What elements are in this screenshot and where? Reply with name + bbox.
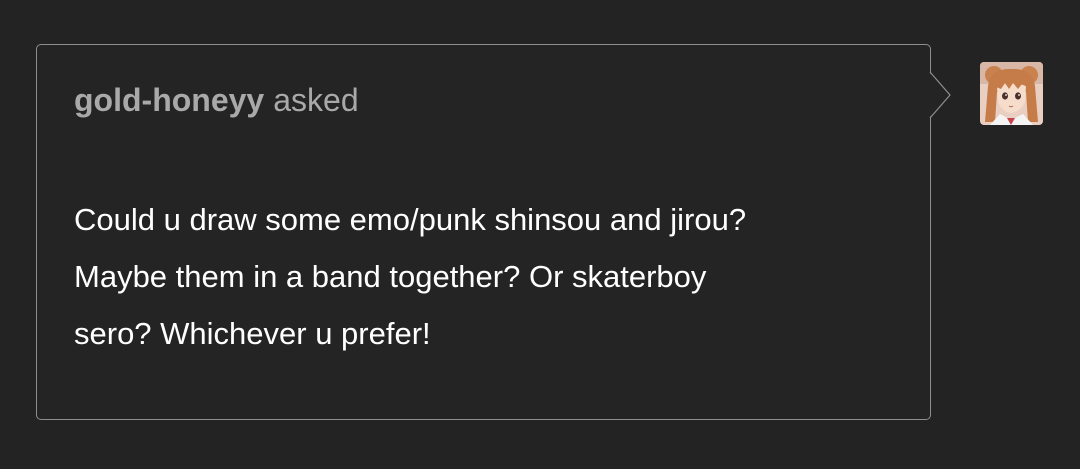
ask-post: gold-honeyy asked Could u draw some emo/p… (0, 0, 1080, 469)
bubble-tail (929, 71, 951, 119)
ask-question: Could u draw some emo/punk shinsou and j… (74, 191, 904, 362)
anime-girl-avatar-icon (980, 62, 1043, 125)
question-line: Could u draw some emo/punk shinsou and j… (74, 202, 747, 237)
question-line: sero? Whichever u prefer! (74, 316, 431, 351)
ask-header: gold-honeyy asked (74, 81, 359, 119)
asker-avatar[interactable] (980, 62, 1043, 125)
asker-name-link[interactable]: gold-honeyy (74, 82, 264, 118)
ask-bubble: gold-honeyy asked Could u draw some emo/p… (36, 44, 931, 420)
question-line: Maybe them in a band together? Or skater… (74, 259, 707, 294)
asked-label: asked (273, 82, 359, 118)
